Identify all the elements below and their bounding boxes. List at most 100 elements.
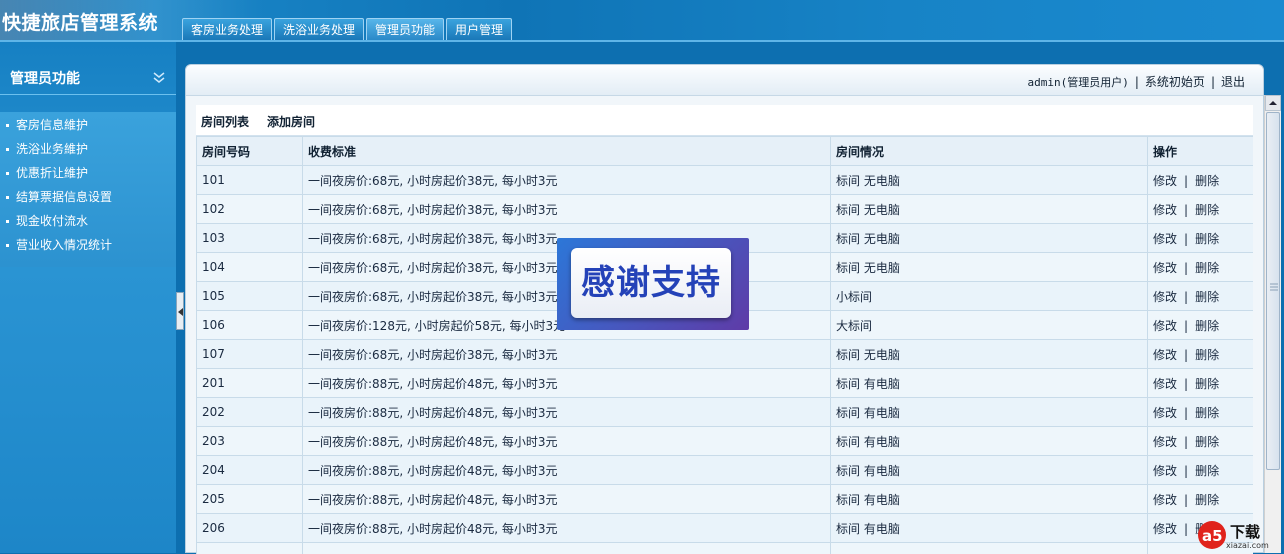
- edit-link[interactable]: 修改: [1153, 232, 1177, 246]
- edit-link[interactable]: 修改: [1153, 290, 1177, 304]
- room-list-link[interactable]: 房间列表: [201, 113, 249, 130]
- table-row: 102一间夜房价:68元, 小时房起价38元, 每小时3元标间 无电脑修改|删除: [197, 195, 1254, 224]
- home-link[interactable]: 系统初始页: [1145, 75, 1205, 89]
- separator: |: [1184, 348, 1188, 362]
- header-status: 房间情况: [831, 137, 1148, 166]
- logout-link[interactable]: 退出: [1221, 75, 1245, 89]
- sidebar-header[interactable]: 管理员功能: [0, 58, 176, 95]
- top-nav: 客房业务处理 洗浴业务处理 管理员功能 用户管理: [182, 18, 514, 40]
- actions-cell: 修改|删除: [1148, 485, 1254, 514]
- delete-link[interactable]: 删除: [1195, 203, 1219, 217]
- logo-url-text: xiazai.com: [1226, 541, 1269, 550]
- user-info: admin(管理员用户)|系统初始页|退出: [1028, 73, 1245, 90]
- bullet-icon: [6, 172, 9, 175]
- delete-link[interactable]: 删除: [1195, 493, 1219, 507]
- separator: |: [1184, 174, 1188, 188]
- a5-logo-icon: a5: [1196, 517, 1230, 551]
- status-cell: 标间 无电脑: [831, 166, 1148, 195]
- status-cell: 标间 无电脑: [831, 340, 1148, 369]
- room-number-cell: 101: [197, 166, 303, 195]
- status-cell: 标间 无电脑: [831, 224, 1148, 253]
- logo-brand-text: 下载: [1230, 521, 1260, 542]
- sidebar-item-discount[interactable]: 优惠折让維护: [6, 164, 88, 182]
- edit-link[interactable]: 修改: [1153, 464, 1177, 478]
- delete-link[interactable]: 删除: [1195, 290, 1219, 304]
- double-chevron-down-icon[interactable]: [152, 70, 166, 84]
- svg-text:a5: a5: [1202, 527, 1223, 545]
- caret-left-icon: [178, 308, 183, 316]
- status-cell: 标间 有电脑: [831, 514, 1148, 543]
- delete-link[interactable]: 删除: [1195, 232, 1219, 246]
- bullet-icon: [6, 244, 9, 247]
- separator: |: [1184, 203, 1188, 217]
- app-header: 快捷旅店管理系统 客房业务处理 洗浴业务处理 管理员功能 用户管理: [0, 0, 1284, 40]
- separator: |: [1184, 319, 1188, 333]
- edit-link[interactable]: 修改: [1153, 348, 1177, 362]
- thanks-text: 感谢支持: [571, 248, 731, 318]
- tab-room-business[interactable]: 客房业务处理: [182, 18, 272, 40]
- edit-link[interactable]: 修改: [1153, 319, 1177, 333]
- sidebar-item-invoice-settings[interactable]: 结算票据信息设置: [6, 188, 112, 206]
- status-cell: 标间 无电脑: [831, 253, 1148, 282]
- status-cell: 小标间: [831, 282, 1148, 311]
- vertical-scrollbar[interactable]: [1264, 95, 1281, 553]
- edit-link[interactable]: 修改: [1153, 493, 1177, 507]
- table-row: 205一间夜房价:88元, 小时房起价48元, 每小时3元标间 有电脑修改|删除: [197, 485, 1254, 514]
- table-row: 204一间夜房价:88元, 小时房起价48元, 每小时3元标间 有电脑修改|删除: [197, 456, 1254, 485]
- sidebar-item-label: 营业收入情况统计: [16, 238, 112, 252]
- status-cell: 标间 有电脑: [831, 427, 1148, 456]
- separator: |: [1184, 406, 1188, 420]
- delete-link[interactable]: 删除: [1195, 406, 1219, 420]
- actions-cell: 修改|删除: [1148, 224, 1254, 253]
- thanks-badge: 感谢支持: [571, 248, 731, 318]
- add-room-link[interactable]: 添加房间: [267, 113, 315, 130]
- actions-cell: 修改 | 删除: [1148, 398, 1254, 427]
- room-number-cell: 203: [197, 427, 303, 456]
- status-cell: 标间 有电脑: [831, 485, 1148, 514]
- scroll-thumb[interactable]: [1266, 112, 1280, 470]
- status-cell: [831, 543, 1148, 554]
- sidebar-collapse-handle[interactable]: [176, 292, 184, 330]
- app-title: 快捷旅店管理系统: [2, 8, 158, 35]
- tab-user-management[interactable]: 用户管理: [446, 18, 512, 40]
- delete-link[interactable]: 删除: [1195, 348, 1219, 362]
- sidebar-item-label: 结算票据信息设置: [16, 190, 112, 204]
- thanks-overlay: 感谢支持: [557, 238, 749, 330]
- room-number-cell: 107: [197, 340, 303, 369]
- delete-link[interactable]: 删除: [1195, 435, 1219, 449]
- bullet-icon: [6, 220, 9, 223]
- sidebar-title: 管理员功能: [10, 68, 80, 88]
- edit-link[interactable]: 修改: [1153, 203, 1177, 217]
- header-divider: [0, 40, 1284, 42]
- table-header-row: 房间号码 收费标准 房间情况 操作: [197, 137, 1254, 166]
- delete-link[interactable]: 删除: [1195, 464, 1219, 478]
- edit-link[interactable]: 修改: [1153, 377, 1177, 391]
- delete-link[interactable]: 删除: [1195, 261, 1219, 275]
- actions-cell: 修改 | 删除: [1148, 427, 1254, 456]
- sidebar-item-cash-flow[interactable]: 现金收付流水: [6, 212, 88, 230]
- delete-link[interactable]: 删除: [1195, 377, 1219, 391]
- sidebar-item-revenue-stats[interactable]: 营业收入情况统计: [6, 236, 112, 254]
- tab-admin-functions[interactable]: 管理员功能: [366, 18, 444, 40]
- table-row: 202一间夜房价:88元, 小时房起价48元, 每小时3元标间 有电脑修改|删除: [197, 398, 1254, 427]
- sidebar-menu: 客房信息維护 洗浴业务維护 优惠折让維护 结算票据信息设置 现金收付流水 营业收…: [0, 112, 176, 267]
- status-cell: 标间 有电脑: [831, 398, 1148, 427]
- separator: |: [1184, 435, 1188, 449]
- bullet-icon: [6, 124, 9, 127]
- edit-link[interactable]: 修改: [1153, 174, 1177, 188]
- delete-link[interactable]: 删除: [1195, 174, 1219, 188]
- status-cell: 标间 有电脑: [831, 456, 1148, 485]
- actions-cell: 修改 | 删除: [1148, 195, 1254, 224]
- sidebar-item-room-info[interactable]: 客房信息維护: [6, 116, 88, 134]
- delete-link[interactable]: 删除: [1195, 319, 1219, 333]
- tab-bath-business[interactable]: 洗浴业务处理: [274, 18, 364, 40]
- fee-cell: 一间夜房价:88元, 小时房起价48元, 每小时3元: [303, 398, 831, 427]
- scroll-up-button[interactable]: [1265, 95, 1281, 111]
- separator: |: [1184, 522, 1188, 536]
- fee-cell: 一间夜房价:68元, 小时房起价38元, 每小时3元: [303, 195, 831, 224]
- edit-link[interactable]: 修改: [1153, 406, 1177, 420]
- sidebar-item-bath-business[interactable]: 洗浴业务維护: [6, 140, 88, 158]
- edit-link[interactable]: 修改: [1153, 435, 1177, 449]
- edit-link[interactable]: 修改: [1153, 522, 1177, 536]
- edit-link[interactable]: 修改: [1153, 261, 1177, 275]
